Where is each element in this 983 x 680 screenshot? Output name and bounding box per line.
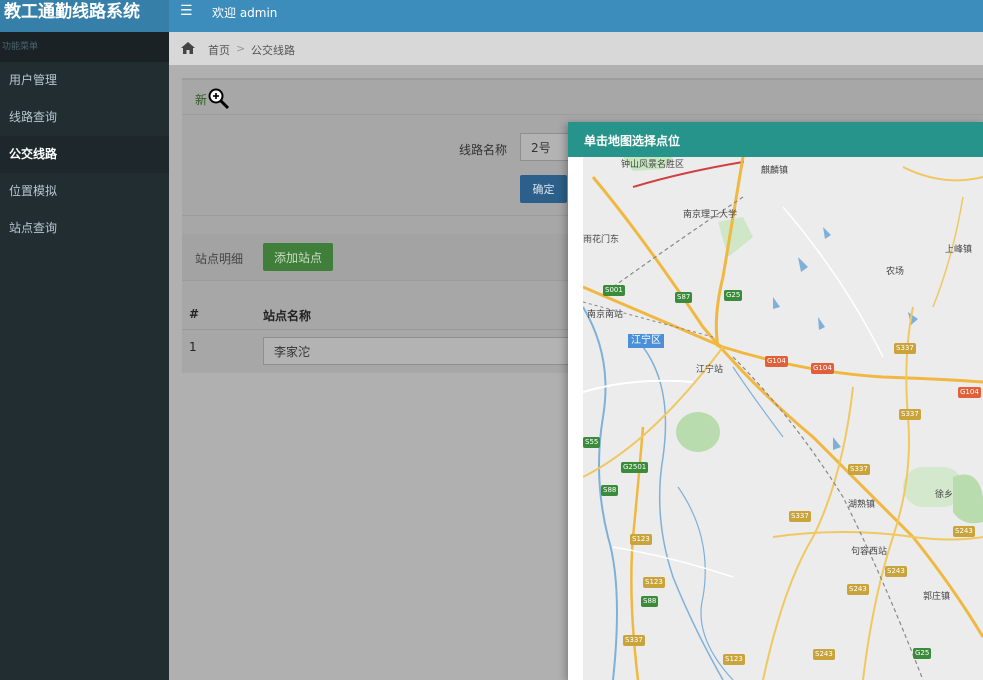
map-label: 南京南站 — [587, 310, 624, 320]
map-label: 麒麟镇 — [761, 166, 789, 176]
sidebar: 功能菜单 用户管理 线路查询 公交线路 位置模拟 站点查询 — [0, 32, 169, 680]
road-shield: S123 — [643, 577, 665, 588]
road-shield: S123 — [723, 654, 745, 665]
breadcrumb: 首页 > 公交线路 — [169, 32, 983, 65]
breadcrumb-current: 公交线路 — [251, 44, 295, 57]
road-shield: S55 — [583, 437, 601, 448]
breadcrumb-separator: > — [236, 42, 246, 55]
sidebar-header: 功能菜单 — [0, 32, 169, 62]
road-shield: S88 — [641, 596, 659, 607]
welcome-text: 欢迎 admin — [212, 6, 278, 20]
road-shield: S243 — [847, 584, 869, 595]
road-shield: S001 — [603, 285, 625, 296]
modal-header: 单击地图选择点位 — [568, 122, 983, 157]
station-name-input[interactable] — [263, 337, 593, 365]
breadcrumb-home[interactable]: 首页 — [208, 42, 230, 58]
map-canvas[interactable]: 钟山风景名胜区 麒麟镇 南京理工大学 雨花门东 上峰镇 农场 南京南站 江宁区 … — [583, 157, 983, 680]
station-detail-label: 站点明细 — [195, 252, 244, 266]
map-label: 郭庄镇 — [923, 592, 951, 602]
map-label: 南京理工大学 — [683, 210, 738, 220]
road-shield: S243 — [885, 566, 907, 577]
app-title[interactable]: 教工通勤线路系统 — [0, 0, 169, 32]
map-label: 上峰镇 — [945, 245, 973, 255]
map-label: 雨花门东 — [583, 235, 620, 245]
sidebar-item-station-query[interactable]: 站点查询 — [0, 210, 169, 247]
road-shield: S88 — [601, 485, 619, 496]
column-header-station-name: 站点名称 — [263, 309, 312, 323]
map-label: 湖熟镇 — [848, 500, 876, 510]
top-navbar: 教工通勤线路系统 ☰ 欢迎 admin — [0, 0, 983, 32]
sidebar-item-user-management[interactable]: 用户管理 — [0, 62, 169, 99]
road-shield: S243 — [813, 649, 835, 660]
map-label: 江宁站 — [696, 365, 724, 375]
district-label: 江宁区 — [628, 334, 664, 348]
new-route-link[interactable]: 新 — [195, 91, 207, 108]
home-icon[interactable] — [181, 42, 195, 54]
route-name-label: 线路名称 — [459, 143, 508, 157]
hamburger-icon[interactable]: ☰ — [180, 4, 193, 18]
road-shield: S123 — [630, 534, 652, 545]
map-label: 农场 — [886, 267, 905, 277]
road-shield: S87 — [675, 292, 693, 303]
road-shield: G104 — [811, 363, 834, 374]
map-label: 徐乡 — [935, 490, 954, 500]
road-shield: S337 — [899, 409, 921, 420]
add-station-button[interactable]: 添加站点 — [263, 243, 333, 271]
road-shield: S337 — [894, 343, 916, 354]
road-shield: S337 — [789, 511, 811, 522]
road-shield: S337 — [623, 635, 645, 646]
road-shield: S337 — [848, 464, 870, 475]
column-header-index: # — [189, 307, 200, 321]
table-row-index: 1 — [189, 340, 197, 354]
panel-header: 新 — [182, 80, 983, 115]
road-shield: S243 — [953, 526, 975, 537]
map-label: 钟山风景名胜区 — [621, 160, 685, 170]
confirm-button[interactable]: 确定 — [520, 175, 567, 203]
sidebar-item-route-query[interactable]: 线路查询 — [0, 99, 169, 136]
sidebar-item-location-simulation[interactable]: 位置模拟 — [0, 173, 169, 210]
road-shield: G25 — [724, 290, 743, 301]
zoom-cursor-icon — [208, 88, 230, 110]
road-shield: G104 — [765, 356, 788, 367]
road-shield: G2501 — [621, 462, 649, 473]
road-shield: G25 — [913, 648, 932, 659]
map-picker-modal: 单击地图选择点位 钟山风景名胜区 麒麟镇 南京理工大学 雨花门东 上峰镇 农场 … — [568, 122, 983, 680]
map-label: 句容西站 — [851, 547, 888, 557]
sidebar-item-bus-routes[interactable]: 公交线路 — [0, 136, 169, 173]
modal-title: 单击地图选择点位 — [584, 134, 681, 148]
road-shield: G104 — [958, 387, 981, 398]
